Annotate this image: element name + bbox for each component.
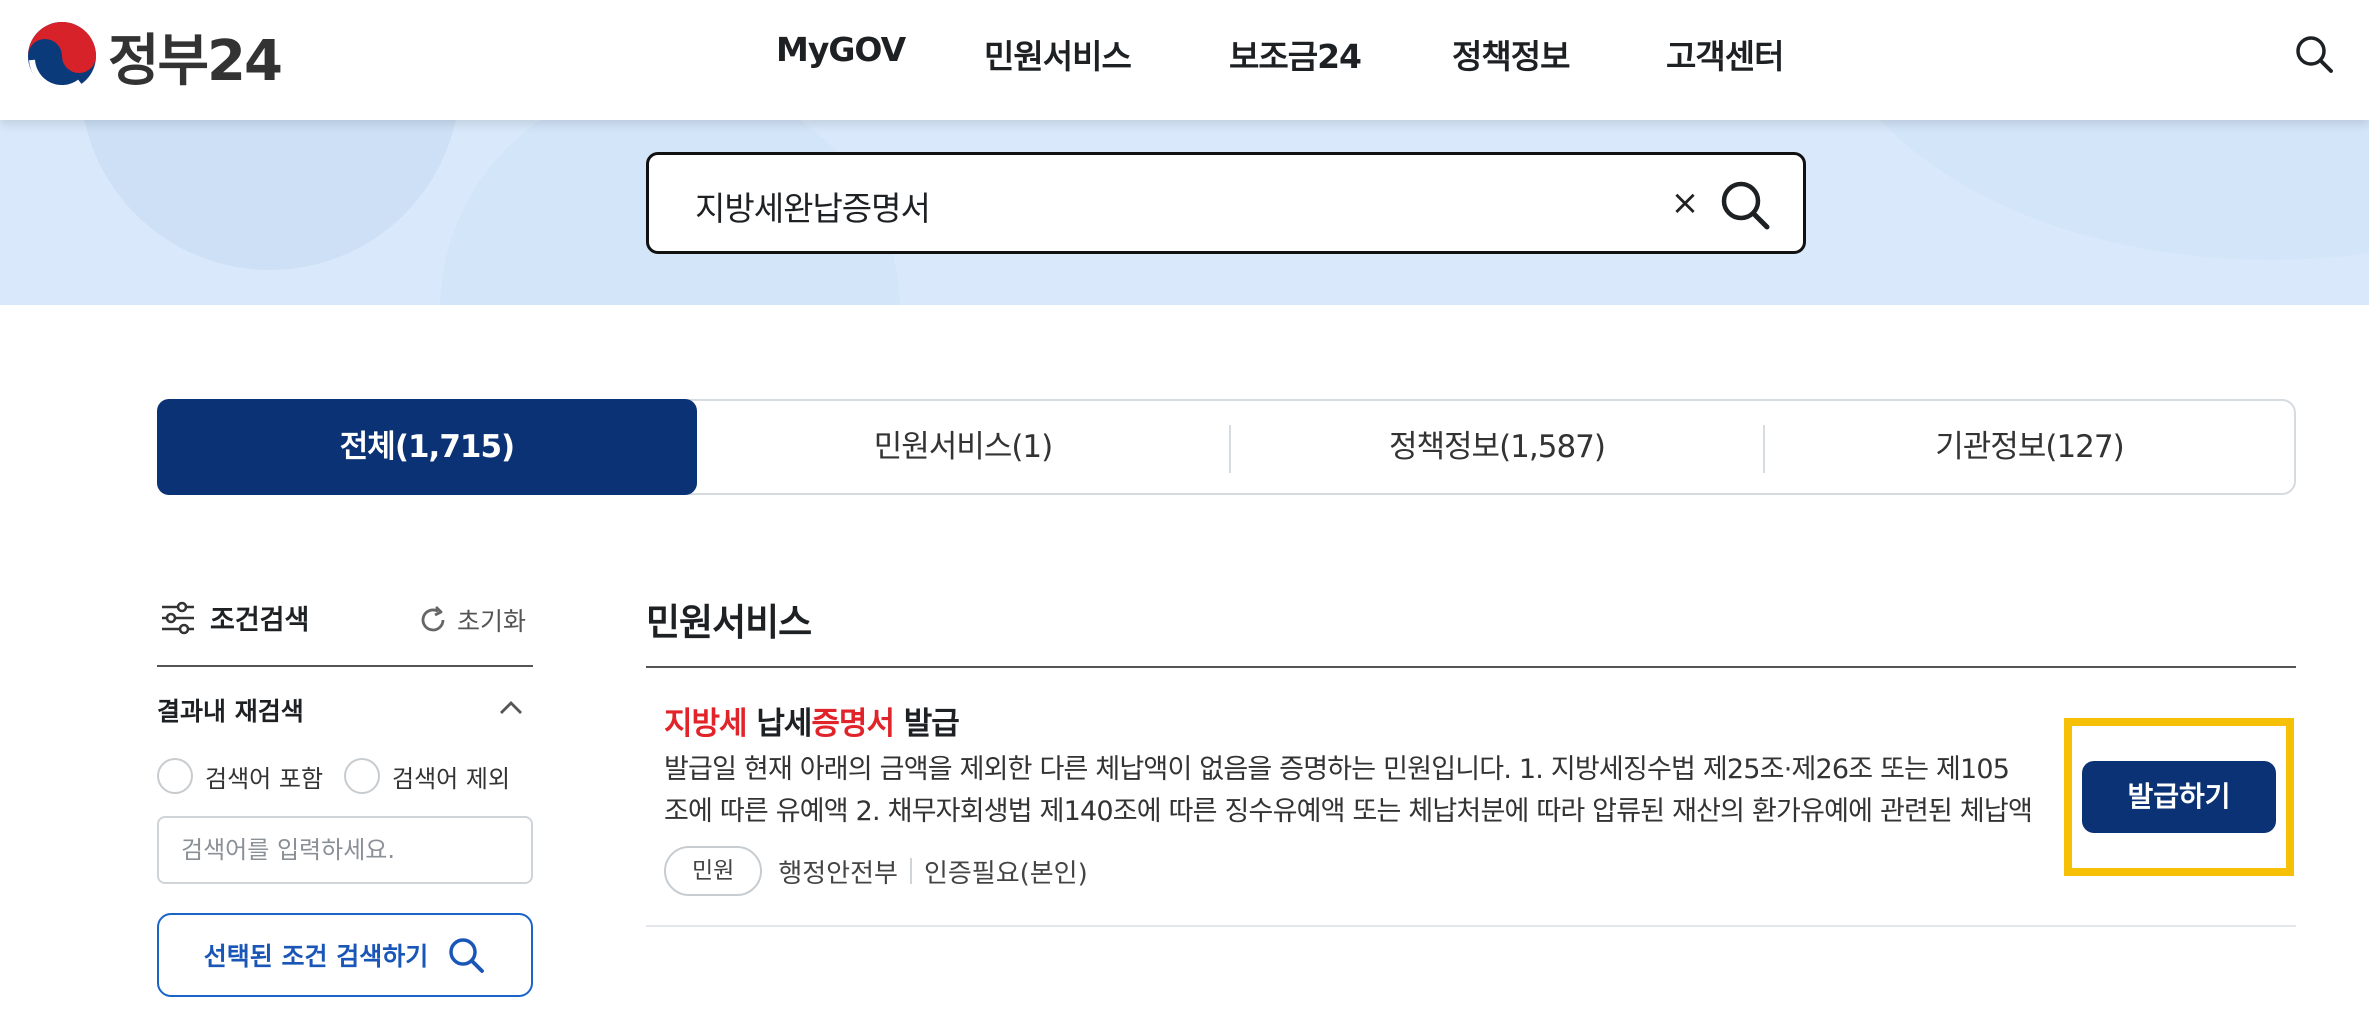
nav-subsidy24[interactable]: 보조금24 [1229,30,1362,78]
search-icon[interactable] [1717,177,1773,233]
exclude-keyword-label: 검색어 제외 [392,764,511,793]
auth-requirement: 인증필요(본인) [923,858,1088,889]
result-title-link[interactable]: 지방세 납세증명서 발급 [664,698,960,743]
section-title: 민원서비스 [646,601,812,644]
main-nav: MyGOV 민원서비스 보조금24 정책정보 고객센터 [0,0,2369,110]
nav-mygov[interactable]: MyGOV [776,30,906,69]
tab-policy-info[interactable]: 정책정보(1,587) [1231,401,1763,493]
search-input[interactable]: 지방세완납증명서 [695,182,931,230]
include-keyword-radio[interactable]: 검색어 포함 [157,758,323,794]
result-meta: 민원 행정안전부 인증필요(본인) [664,846,1088,896]
filter-icon [162,601,194,634]
title-text: 납세 [746,706,812,742]
radio-circle[interactable] [157,758,193,794]
result-description: 발급일 현재 아래의 금액을 제외한 다른 체납액이 없음을 증명하는 민원입니… [664,749,2034,833]
tab-all[interactable]: 전체(1,715) [157,399,697,495]
condition-search-label: 선택된 조건 검색하기 [203,942,429,971]
header: 정부24 MyGOV 민원서비스 보조금24 정책정보 고객센터 [0,0,2369,120]
reset-button[interactable]: 초기화 [417,602,526,638]
condition-search-button[interactable]: 선택된 조건 검색하기 [157,913,533,997]
research-title: 결과내 재검색 [157,697,304,726]
result-tabs: 전체(1,715) 민원서비스(1) 정책정보(1,587) 기관정보(127) [157,399,2296,495]
chevron-up-icon[interactable] [496,693,526,723]
title-highlight: 증명서 [811,706,895,742]
refresh-icon [421,606,445,632]
filter-title-label: 조건검색 [210,605,310,636]
research-input[interactable] [157,816,533,884]
divider [646,666,2296,668]
category-badge: 민원 [664,846,763,896]
agency-name: 행정안전부 [778,858,898,889]
radio-circle[interactable] [344,758,380,794]
meta-separator [909,858,912,884]
tab-agency-info[interactable]: 기관정보(127) [1765,401,2294,493]
search-icon [449,938,485,973]
reset-label: 초기화 [457,607,527,636]
title-text: 발급 [893,706,960,742]
divider [157,665,533,667]
issue-button[interactable]: 발급하기 [2082,761,2276,833]
filter-title: 조건검색 [160,598,309,637]
nav-policy-info[interactable]: 정책정보 [1452,30,1570,78]
include-keyword-label: 검색어 포함 [205,764,324,793]
exclude-keyword-radio[interactable]: 검색어 제외 [344,758,510,794]
description-line: 조에 따른 유예액 2. 채무자회생법 제140조에 따른 징수유예액 또는 체… [664,796,2033,827]
nav-civil-services[interactable]: 민원서비스 [984,30,1132,78]
search-icon[interactable] [2294,34,2334,74]
divider [646,925,2296,927]
close-icon[interactable]: × [1665,183,1705,223]
search-box[interactable]: 지방세완납증명서 × [646,152,1806,254]
nav-customer-center[interactable]: 고객센터 [1666,30,1784,78]
title-highlight: 지방세 [664,706,748,742]
description-line: 발급일 현재 아래의 금액을 제외한 다른 체납액이 없음을 증명하는 민원입니… [664,754,2010,785]
tab-civil-services[interactable]: 민원서비스(1) [697,401,1229,493]
